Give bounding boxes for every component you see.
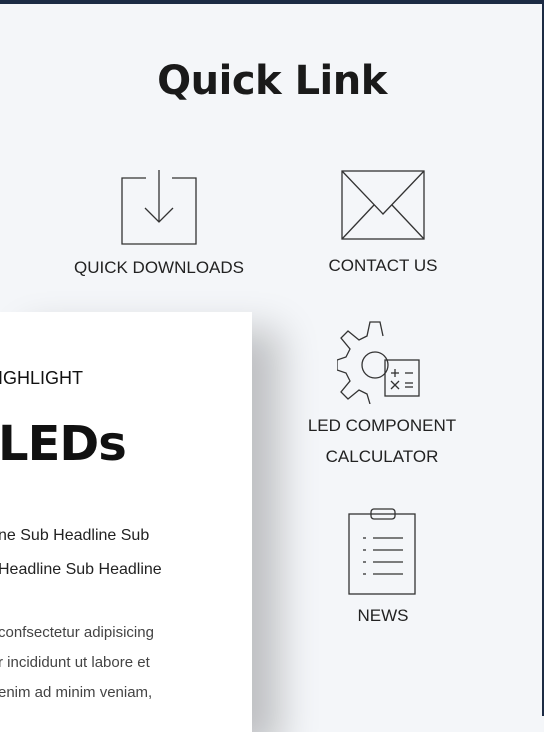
download-icon — [121, 170, 197, 245]
envelope-icon — [341, 170, 425, 240]
section-title: Quick Link — [157, 58, 387, 104]
card-body: confsectetur adipisicing r incididunt ut… — [0, 618, 154, 708]
card-eyebrow: IGHLIGHT — [0, 368, 84, 388]
gear-calculator-icon — [337, 321, 420, 404]
card-body-line-3: enim ad minim veniam, — [0, 684, 153, 701]
card-subtitle-line-1: ne Sub Headline Sub — [0, 527, 150, 544]
card-body-line-2: r incididunt ut labore et — [0, 654, 150, 671]
news-link[interactable]: NEWS — [320, 508, 446, 631]
clipboard-list-icon — [348, 508, 416, 595]
led-calculator-link[interactable]: LED COMPONENT CALCULATOR — [282, 318, 482, 472]
quick-downloads-label: QUICK DOWNLOADS — [73, 258, 245, 277]
quick-downloads-link[interactable]: QUICK DOWNLOADS — [56, 170, 262, 283]
highlight-card[interactable]: IGHLIGHT LEDs ne Sub Headline Sub Headli… — [0, 312, 252, 732]
card-subtitle-line-2: Headline Sub Headline — [0, 561, 162, 578]
led-calculator-label-line1: LED COMPONENT — [307, 416, 457, 435]
card-body-line-1: confsectetur adipisicing — [0, 624, 154, 641]
top-border — [0, 0, 544, 4]
contact-us-link[interactable]: CONTACT US — [298, 170, 468, 281]
card-title: LEDs — [0, 416, 127, 472]
led-calculator-label-line2: CALCULATOR — [325, 447, 439, 466]
contact-us-label: CONTACT US — [328, 256, 438, 275]
news-label: NEWS — [357, 606, 409, 625]
card-subtitle: ne Sub Headline Sub Headline Sub Headlin… — [0, 519, 162, 587]
